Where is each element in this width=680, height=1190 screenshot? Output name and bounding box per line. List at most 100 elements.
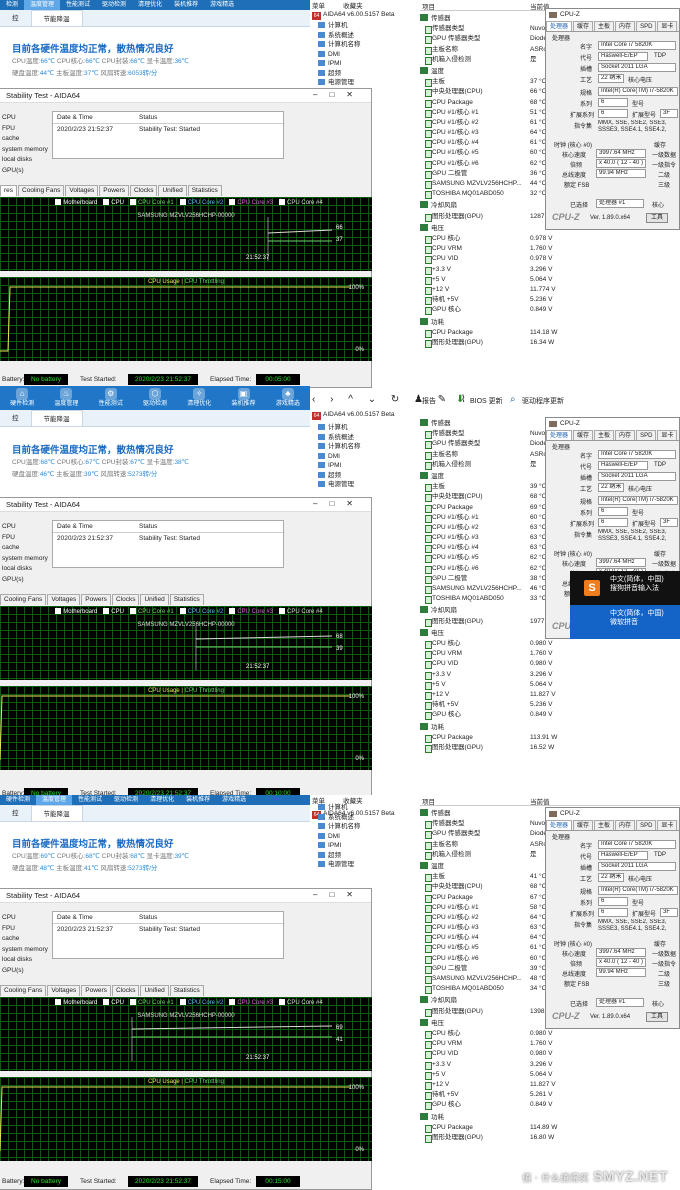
tree-node[interactable]: 系统概述	[318, 433, 361, 443]
graph-tab[interactable]: Voltages	[47, 985, 81, 996]
graph-tab[interactable]: Statistics	[169, 594, 204, 605]
cpuz-tabs[interactable]: 处理器 缓存 主板 内存 SPD 显卡	[546, 21, 679, 32]
check-fpu[interactable]: FPU	[2, 124, 48, 135]
check-cache[interactable]: cache	[2, 543, 48, 554]
graph-tab[interactable]: Voltages	[65, 185, 99, 196]
cpuz-tools-button[interactable]: 工具	[646, 1012, 669, 1022]
tree-node[interactable]: IPMI	[318, 461, 361, 471]
iconbar-item[interactable]: ▣ 装机推荐	[221, 386, 265, 410]
tree-node[interactable]: DMI	[318, 50, 361, 60]
tree-node[interactable]: DMI	[318, 832, 361, 842]
topbar-item[interactable]: 性能测试	[72, 795, 108, 805]
check-cache[interactable]: cache	[2, 134, 48, 145]
tree-node[interactable]: 电源管理	[318, 480, 361, 490]
check-cache[interactable]: cache	[2, 934, 48, 945]
cpuz-tab[interactable]: SPD	[636, 820, 657, 830]
check-cpu[interactable]: CPU	[2, 522, 48, 533]
graph-tab[interactable]: Clocks	[111, 594, 140, 605]
aida-tree[interactable]: 计算机 系统概述 计算机名称 DMI IPMI 超频 电源管理	[318, 803, 361, 870]
aida-menubar[interactable]: 菜单 收藏夹	[312, 0, 363, 10]
cpuz-tab[interactable]: SPD	[636, 21, 657, 31]
cpuz-tab[interactable]: 内存	[615, 21, 636, 31]
topbar-item[interactable]: 硬件检测	[0, 795, 36, 805]
ime-option-microsoft[interactable]: 中文(简体，中国) 微软拼音	[570, 605, 680, 639]
graph-tab[interactable]: Cooling Fans	[0, 985, 47, 996]
topbar-item[interactable]: 驱动检测	[108, 795, 144, 805]
aida-navbar[interactable]: ‹ › ^ ⌄ ↻ ♟ ✎ ⌇ 报告 ⬇ BIOS 更新 ⌕ 驱动程序更新	[310, 393, 680, 408]
iconbar-item[interactable]: ♨ 温度管理	[44, 386, 88, 410]
topbar-item[interactable]: 游戏精选	[216, 795, 252, 805]
cpuz-tab[interactable]: 缓存	[573, 820, 594, 830]
check-localdisks[interactable]: local disks	[2, 955, 48, 966]
topbar-item[interactable]: 驱动检测	[96, 0, 132, 10]
graph-tabs[interactable]: Cooling Fans Voltages Powers Clocks Unified S…	[0, 985, 205, 996]
graph-tab[interactable]: Statistics	[169, 985, 204, 996]
tree-node[interactable]: IPMI	[318, 59, 361, 69]
stress-checklist[interactable]: CPU FPU cache system memory local disks GPU(s…	[2, 522, 48, 586]
tree-node[interactable]: 系统概述	[318, 813, 361, 823]
cleaner-iconbar[interactable]: ⌂ 硬件检测 ♨ 温度管理 ⚙ 性能测试 ⬡ 驱动检测 ✧ 清理优化 ▣ 装机推荐 ♣ 游戏精选	[0, 386, 310, 410]
check-systemmemory[interactable]: system memory	[2, 145, 48, 156]
topbar-item[interactable]: 性能测试	[60, 0, 96, 10]
topbar-item[interactable]: 游戏精选	[204, 0, 240, 10]
subbar-item[interactable]: 节能降温	[30, 10, 83, 26]
topbar-item[interactable]: 清理优化	[132, 0, 168, 10]
graph-tab[interactable]: Unified	[158, 185, 187, 196]
driver-update-button[interactable]: 驱动程序更新	[522, 396, 564, 406]
check-cpu[interactable]: CPU	[2, 913, 48, 924]
tree-node[interactable]: 计算机	[318, 21, 361, 31]
topbar-item[interactable]: 温度管理	[36, 795, 73, 805]
tree-node[interactable]: 电源管理	[318, 860, 361, 870]
tree-node[interactable]: IPMI	[318, 841, 361, 851]
topbar-item[interactable]: 温度管理	[24, 0, 61, 10]
subbar-item[interactable]: 控	[0, 10, 31, 26]
iconbar-item[interactable]: ✧ 清理优化	[177, 386, 221, 410]
graph-tab[interactable]: res	[0, 185, 18, 196]
tree-node[interactable]: 超频	[318, 69, 361, 79]
cpuz-tab[interactable]: 缓存	[573, 430, 594, 440]
graph-tab[interactable]: Cooling Fans	[0, 594, 47, 605]
check-fpu[interactable]: FPU	[2, 533, 48, 544]
check-localdisks[interactable]: local disks	[2, 564, 48, 575]
iconbar-item[interactable]: ♣ 游戏精选	[266, 386, 310, 410]
subbar-item[interactable]: 节能降温	[30, 410, 83, 426]
report-button[interactable]: 报告	[422, 396, 436, 406]
aida-tree[interactable]: 计算机 系统概述 计算机名称 DMI IPMI 超频 电源管理	[318, 423, 361, 490]
topbar-item[interactable]: 清理优化	[144, 795, 180, 805]
check-localdisks[interactable]: local disks	[2, 155, 48, 166]
cpuz-tabs[interactable]: 处理器 缓存 主板 内存 SPD 显卡	[546, 430, 679, 441]
topbar-item[interactable]: 检测	[0, 0, 24, 10]
graph-tab[interactable]: Cooling Fans	[18, 185, 65, 196]
graph-tabs[interactable]: res Cooling Fans Voltages Powers Clocks Unifi…	[0, 185, 223, 196]
check-cpu[interactable]: CPU	[2, 113, 48, 124]
cpuz-tools-button[interactable]: 工具	[646, 213, 669, 223]
cpuz-tab[interactable]: 缓存	[573, 21, 594, 31]
cpuz-tab[interactable]: 显卡	[657, 21, 678, 31]
iconbar-item[interactable]: ⬡ 驱动检测	[133, 386, 177, 410]
list-section[interactable]: 功耗	[420, 1113, 680, 1123]
tree-node[interactable]: 计算机名称	[318, 442, 361, 452]
graph-tab[interactable]: Powers	[81, 594, 111, 605]
window-controls[interactable]: –□✕	[313, 499, 365, 508]
check-fpu[interactable]: FPU	[2, 924, 48, 935]
subbar-item[interactable]: 控	[0, 805, 31, 821]
subbar-item[interactable]: 控	[0, 410, 31, 426]
cpuz-tab[interactable]: SPD	[636, 430, 657, 440]
tree-node[interactable]: 超频	[318, 471, 361, 481]
cpuz-tab[interactable]: 主板	[594, 820, 615, 830]
graph-tab[interactable]: Powers	[99, 185, 129, 196]
bios-update-button[interactable]: BIOS 更新	[470, 396, 503, 406]
tree-node[interactable]: 电源管理	[318, 78, 361, 88]
ime-option-sogou[interactable]: S 中文(简体，中国) 搜狗拼音输入法	[570, 571, 680, 605]
stress-checklist[interactable]: CPU FPU cache system memory local disks GPU(s…	[2, 113, 48, 177]
topbar-item[interactable]: 装机推荐	[168, 0, 204, 10]
graph-tab[interactable]: Powers	[81, 985, 111, 996]
check-systemmemory[interactable]: system memory	[2, 945, 48, 956]
cpuz-tab[interactable]: 内存	[615, 430, 636, 440]
cpuz-tab[interactable]: 显卡	[657, 430, 678, 440]
tree-node[interactable]: 计算机名称	[318, 40, 361, 50]
tree-node[interactable]: 超频	[318, 851, 361, 861]
graph-tab[interactable]: Unified	[140, 594, 169, 605]
aida-tree[interactable]: 计算机 系统概述 计算机名称 DMI IPMI 超频 电源管理	[318, 21, 361, 88]
graph-tab[interactable]: Clocks	[129, 185, 158, 196]
